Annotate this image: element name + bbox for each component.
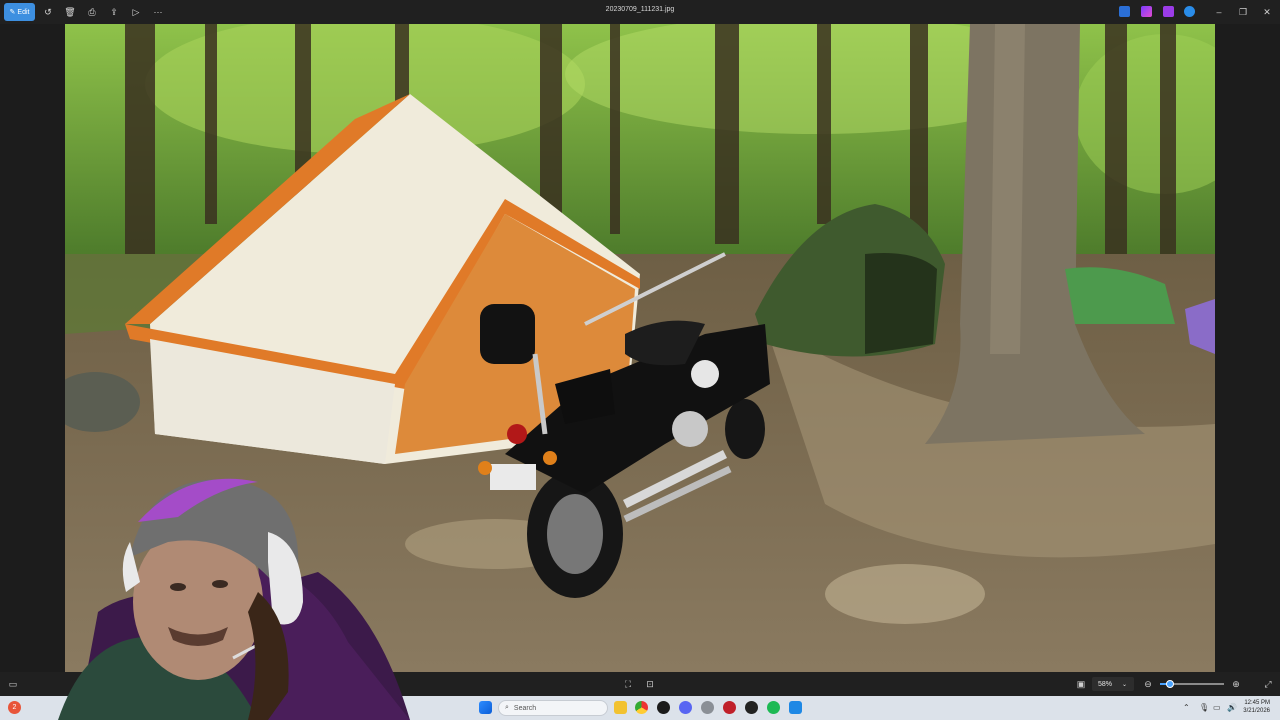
spotify-icon[interactable] bbox=[767, 701, 780, 714]
app-dark-icon[interactable] bbox=[745, 701, 758, 714]
clock-time: 12:45 PM bbox=[1244, 700, 1270, 706]
rotate-icon[interactable]: ↺ bbox=[41, 5, 55, 19]
edit-button-label: Edit bbox=[17, 8, 30, 16]
viewer-toolbar: ✎ Edit ↺ 🗑 ⎙ ⇪ ▷ ··· 20230709_111231.jpg… bbox=[0, 0, 1280, 24]
expand-icon[interactable]: ⤢ bbox=[1262, 678, 1274, 690]
zoom-out-icon[interactable]: ⊖ bbox=[1142, 678, 1154, 690]
taskbar-clock[interactable]: 12:45 PM 3/21/2026 bbox=[1243, 699, 1270, 715]
zoom-dropdown[interactable]: 58% ⌄ bbox=[1092, 677, 1134, 691]
slideshow-icon[interactable]: ▷ bbox=[129, 5, 143, 19]
edit-icon: ✎ bbox=[9, 9, 16, 16]
tray-overflow-icon[interactable]: ⌃ bbox=[1183, 703, 1190, 712]
delete-icon[interactable]: 🗑 bbox=[63, 5, 77, 19]
maximize-button[interactable]: ❐ bbox=[1233, 4, 1253, 20]
discord-icon[interactable] bbox=[679, 701, 692, 714]
search-icon: ⌕ bbox=[505, 704, 509, 711]
microphone-icon[interactable]: 🎙 bbox=[1199, 703, 1209, 712]
search-placeholder: Search bbox=[513, 704, 537, 712]
more-options-button[interactable]: ··· bbox=[151, 5, 165, 19]
file-explorer-icon[interactable] bbox=[614, 701, 627, 714]
obs-icon[interactable] bbox=[657, 701, 670, 714]
actual-size-icon[interactable]: ⊡ bbox=[644, 678, 656, 690]
fit-to-window-icon[interactable]: ⛶ bbox=[622, 678, 634, 690]
zoom-slider[interactable] bbox=[1160, 680, 1224, 688]
print-icon[interactable]: ⎙ bbox=[85, 5, 99, 19]
designer-app-icon[interactable] bbox=[1119, 6, 1130, 17]
minimize-button[interactable]: – bbox=[1209, 4, 1229, 20]
zoom-slider-thumb[interactable] bbox=[1165, 680, 1174, 688]
network-icon[interactable]: ▭ bbox=[1213, 703, 1221, 712]
window-title: 20230709_111231.jpg bbox=[605, 6, 675, 13]
close-button[interactable]: ✕ bbox=[1257, 4, 1277, 20]
onedrive-icon[interactable] bbox=[1184, 6, 1195, 17]
zoom-value: 58% bbox=[1098, 680, 1113, 688]
info-icon[interactable]: ▣ bbox=[1075, 678, 1087, 690]
settings-icon[interactable] bbox=[701, 701, 714, 714]
windows-start-icon[interactable] bbox=[479, 701, 492, 714]
streamer-webcam-feed bbox=[58, 478, 410, 720]
clipchamp-app-icon[interactable] bbox=[1163, 6, 1174, 17]
webcam-overlay bbox=[18, 462, 410, 720]
zoom-in-icon[interactable]: ⊕ bbox=[1230, 678, 1242, 690]
copilot-app-icon[interactable] bbox=[1141, 6, 1152, 17]
chrome-icon[interactable] bbox=[635, 701, 648, 714]
clock-date: 3/21/2026 bbox=[1243, 708, 1270, 714]
chevron-down-icon: ⌄ bbox=[1122, 681, 1128, 688]
volume-icon[interactable]: 🔊 bbox=[1227, 703, 1237, 712]
photos-icon[interactable] bbox=[789, 701, 802, 714]
edit-button[interactable]: ✎ Edit bbox=[4, 3, 35, 21]
app-red-icon[interactable] bbox=[723, 701, 736, 714]
taskbar-search[interactable]: ⌕ Search bbox=[498, 700, 608, 716]
share-icon[interactable]: ⇪ bbox=[107, 5, 121, 19]
